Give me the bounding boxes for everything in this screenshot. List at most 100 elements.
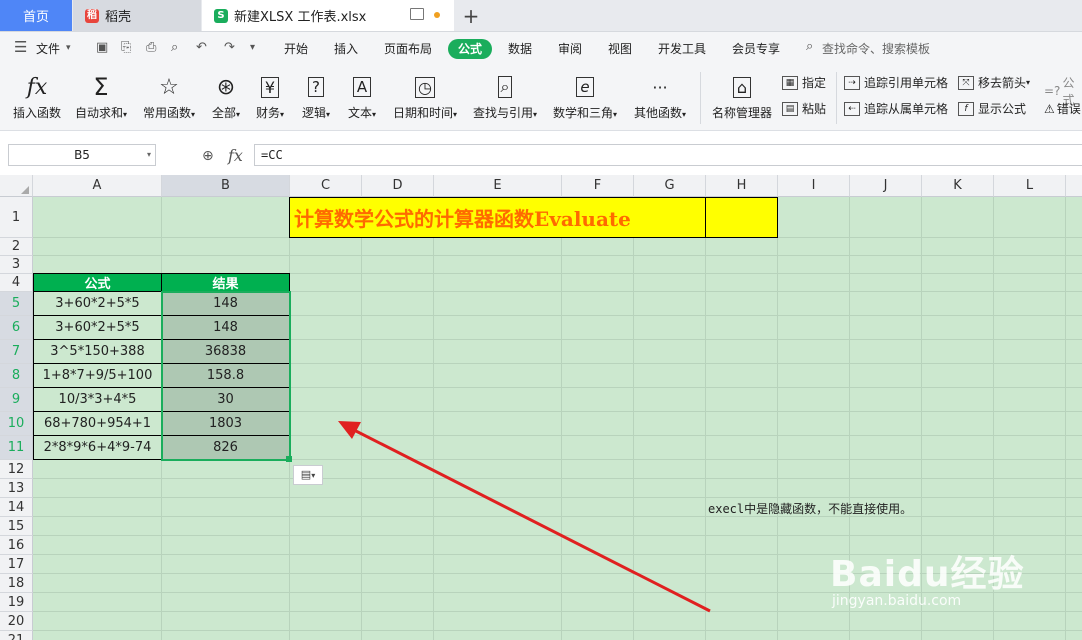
hamburger-icon[interactable]: ☰	[14, 38, 27, 56]
tab-daoke[interactable]: 稻 稻壳	[73, 0, 201, 31]
lookup-label: 查找与引用▾	[468, 104, 542, 121]
tab-file-label: 新建XLSX 工作表.xlsx	[234, 10, 367, 25]
date-time-button[interactable]: ◷ 日期和时间▾	[388, 70, 462, 121]
math-trig-label: 数学和三角▾	[548, 104, 622, 121]
unsaved-dot-icon	[434, 12, 440, 18]
show-formulas-icon: f	[958, 101, 974, 116]
undo-icon[interactable]: ↶	[196, 40, 207, 55]
menu-formula[interactable]: 公式	[448, 39, 492, 59]
table-icon: ▦	[782, 75, 798, 90]
arrow-head	[338, 421, 361, 439]
show-formulas-label: 显示公式	[978, 102, 1027, 116]
menu-file[interactable]: 文件	[36, 40, 60, 57]
command-search[interactable]: 查找命令、搜索模板	[822, 40, 930, 57]
menu-view[interactable]: 视图	[608, 40, 632, 57]
chevron-down-icon: ▾	[326, 110, 331, 119]
redo-icon[interactable]: ↷	[224, 40, 235, 55]
fx-icon[interactable]: fx	[228, 146, 243, 165]
name-box[interactable]: B5 ▾	[8, 144, 156, 166]
tab-file[interactable]: S 新建XLSX 工作表.xlsx	[202, 0, 454, 31]
menu-insert[interactable]: 插入	[334, 40, 358, 57]
new-tab-button[interactable]: +	[458, 0, 484, 31]
text-button[interactable]: A 文本▾	[342, 70, 382, 121]
chevron-down-icon[interactable]: ▾	[147, 145, 151, 165]
more-dropdown-icon[interactable]: ▾	[250, 42, 255, 53]
arrow-line	[351, 427, 711, 613]
share-icon[interactable]: ⎘	[121, 40, 131, 55]
menu-developer[interactable]: 开发工具	[658, 40, 706, 57]
save-icon[interactable]: ▣	[96, 40, 108, 55]
menu-home[interactable]: 开始	[284, 40, 308, 57]
plus-icon: +	[462, 3, 480, 28]
math-trig-text: 数学和三角	[552, 106, 613, 120]
finance-text: 财务	[255, 106, 280, 120]
fx-icon: fx	[26, 74, 48, 100]
spreadsheet-logo-icon: S	[214, 8, 228, 23]
autosum-text: 自动求和	[74, 106, 123, 120]
common-functions-button[interactable]: ☆ 常用函数▾	[138, 70, 200, 121]
menu-member[interactable]: 会员专享	[732, 40, 780, 57]
print-preview-icon[interactable]: ⌕	[171, 40, 178, 55]
paste-name-label: 粘贴	[802, 102, 827, 116]
autosum-button[interactable]: Σ 自动求和▾	[70, 70, 132, 121]
common-functions-label: 常用函数▾	[138, 104, 200, 121]
logic-button[interactable]: ? 逻辑▾	[296, 70, 336, 121]
zoom-icon[interactable]: ⊕	[202, 148, 214, 164]
menu-review[interactable]: 审阅	[558, 40, 582, 57]
trace-precedents-button[interactable]: ⇢ 追踪引用单元格	[844, 74, 948, 91]
chevron-down-icon: ▾	[280, 110, 285, 119]
all-functions-button[interactable]: ⊛ 全部▾	[206, 70, 246, 121]
define-name-button[interactable]: ▦ 指定	[782, 74, 826, 91]
trace-dependents-button[interactable]: ⇠ 追踪从属单元格	[844, 100, 948, 117]
lookup-button[interactable]: ⌕ 查找与引用▾	[468, 70, 542, 121]
chevron-down-icon: ▾	[453, 110, 458, 119]
text-label: 文本▾	[342, 104, 382, 121]
name-manager-label: 名称管理器	[711, 106, 772, 120]
menu-data[interactable]: 数据	[508, 40, 532, 57]
remove-arrows-icon: ⤧	[958, 75, 974, 90]
star-icon: ☆	[159, 74, 179, 100]
question-icon: ?	[296, 70, 336, 104]
watermark-url: jingyan.baidu.com	[832, 593, 962, 609]
monitor-icon[interactable]	[410, 8, 424, 20]
insert-function-label: 插入函数	[12, 106, 61, 120]
other-functions-button[interactable]: ··· 其他函数▾	[628, 70, 692, 121]
ribbon-formula: fx 插入函数 Σ 自动求和▾ ☆ 常用函数▾ ⊛ 全部▾ ¥ 财务▾ ? 逻辑…	[0, 66, 1082, 131]
ribbon-separator	[700, 72, 701, 124]
search-icon: ⌕	[806, 39, 814, 54]
math-e-icon: e	[548, 70, 622, 104]
logic-label: 逻辑▾	[296, 104, 336, 121]
text-text: 文本	[347, 106, 372, 120]
text-a-icon: A	[342, 70, 382, 104]
remove-arrows-label: 移去箭头	[978, 76, 1027, 90]
formula-input[interactable]: =CC	[254, 144, 1082, 166]
common-functions-text: 常用函数	[142, 106, 191, 120]
remove-arrows-button[interactable]: ⤧ 移去箭头 ▾	[958, 74, 1030, 91]
more-dots-icon: ···	[652, 77, 668, 97]
menu-page-layout[interactable]: 页面布局	[384, 40, 432, 57]
spreadsheet-grid[interactable]: A B C D E F G H I J K L 1 2 3 4 5 6 7 8 …	[0, 175, 1082, 640]
autosum-label: 自动求和▾	[70, 104, 132, 121]
chevron-down-icon: ▾	[533, 110, 538, 119]
print-icon[interactable]: ⎙	[146, 40, 156, 55]
menu-bar: ☰ 文件 ▾ ▣ ⎘ ⎙ ⌕ ↶ ↷ ▾ 开始 插入 页面布局 公式 数据 审阅…	[0, 32, 1082, 66]
chevron-down-icon: ▾	[236, 110, 241, 119]
chevron-down-icon: ▾	[682, 110, 687, 119]
error-check-label: 错误	[1056, 102, 1081, 116]
math-trig-button[interactable]: e 数学和三角▾	[548, 70, 622, 121]
trace-dependents-label: 追踪从属单元格	[864, 102, 949, 116]
error-check-button[interactable]: ⚠ 错误	[1044, 100, 1081, 117]
chevron-down-icon: ▾	[191, 110, 196, 119]
ribbon-separator	[836, 72, 837, 124]
finance-button[interactable]: ¥ 财务▾	[250, 70, 290, 121]
show-formulas-button[interactable]: f 显示公式	[958, 100, 1026, 117]
tab-home[interactable]: 首页	[0, 0, 72, 31]
finance-label: 财务▾	[250, 104, 290, 121]
watermark-logo: Baidu经验	[830, 554, 1025, 595]
chevron-down-icon[interactable]: ▾	[66, 43, 71, 53]
trace-precedents-icon: ⇢	[844, 75, 860, 90]
all-functions-text: 全部	[211, 106, 236, 120]
paste-name-button[interactable]: ▤ 粘贴	[782, 100, 826, 117]
insert-function-button[interactable]: fx 插入函数	[10, 70, 64, 121]
name-manager-button[interactable]: ⌂ 名称管理器	[708, 70, 776, 121]
